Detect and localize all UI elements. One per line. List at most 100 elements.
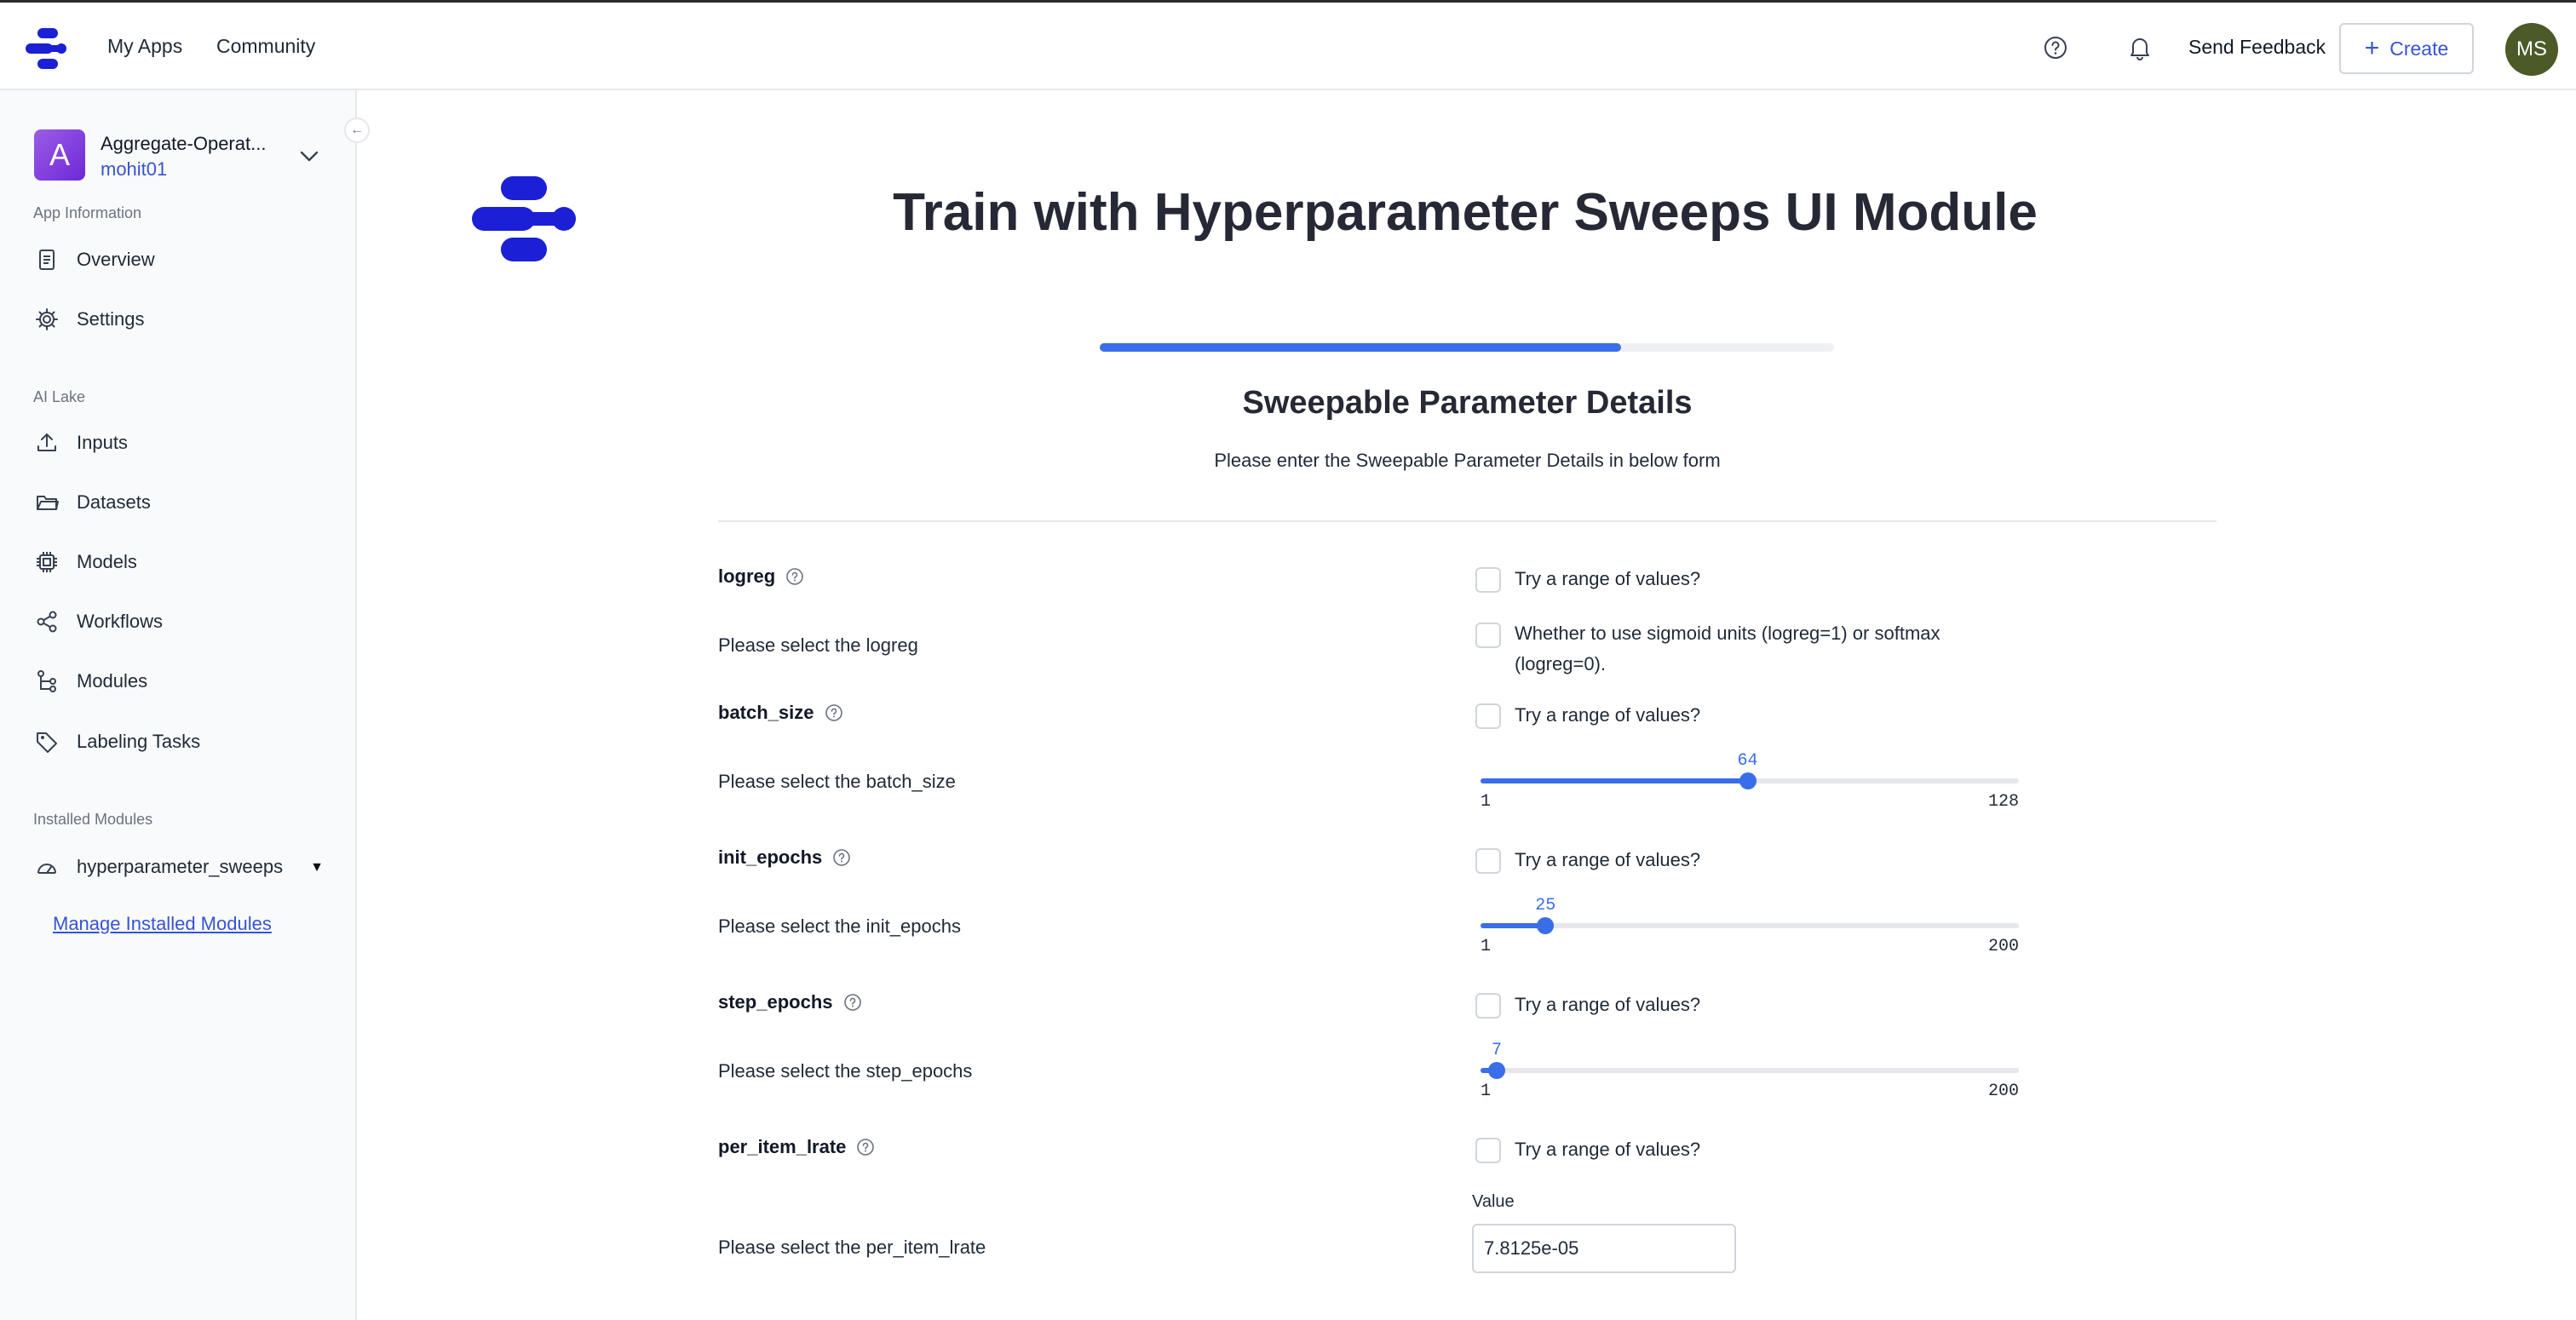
param-name-logreg: logreg xyxy=(718,565,804,588)
document-icon xyxy=(39,250,55,270)
slider-value: 7 xyxy=(1492,1041,1503,1060)
param-prompt-step-epochs: Please select the step_epochs xyxy=(718,1060,973,1082)
slider-thumb[interactable] xyxy=(1537,917,1555,934)
sidebar-item-label: Datasets xyxy=(77,491,151,513)
slider-max: 128 xyxy=(1987,792,2019,812)
clarifai-logo-icon xyxy=(472,176,576,261)
sidebar-item-labeling-tasks[interactable]: Labeling Tasks xyxy=(34,725,324,759)
range-checkbox-per-item-lrate[interactable] xyxy=(1475,1138,1501,1163)
nav-my-apps[interactable]: My Apps xyxy=(107,35,182,58)
param-name-per-item-lrate: per_item_lrate xyxy=(718,1136,875,1158)
init-epochs-slider[interactable]: 25 1 200 xyxy=(1481,896,2019,956)
sidebar-item-label: Settings xyxy=(77,308,145,330)
param-name-label: batch_size xyxy=(718,702,814,723)
gear-icon xyxy=(36,308,58,330)
slider-max: 200 xyxy=(1987,1082,2019,1101)
user-avatar[interactable]: MS xyxy=(2505,23,2558,76)
nav-community[interactable]: Community xyxy=(216,35,315,58)
plus-icon: + xyxy=(2364,34,2380,62)
param-name-label: logreg xyxy=(718,565,776,587)
slider-track xyxy=(1481,1068,2019,1073)
sidebar-item-label: Workflows xyxy=(77,611,164,632)
per-item-lrate-input[interactable] xyxy=(1472,1224,1736,1273)
help-circle-icon[interactable] xyxy=(856,1138,875,1156)
app-owner-link[interactable]: mohit01 xyxy=(101,158,167,181)
range-checkbox-batch-size[interactable] xyxy=(1475,703,1501,729)
range-checkbox-label: Try a range of values? xyxy=(1515,1139,1701,1160)
create-button[interactable]: + Create xyxy=(2339,23,2474,74)
cpu-icon xyxy=(37,552,57,572)
slider-thumb[interactable] xyxy=(1739,772,1757,789)
app-switcher[interactable]: A Aggregate-Operat... mohit01 xyxy=(34,129,341,184)
sidebar-item-workflows[interactable]: Workflows xyxy=(34,605,324,639)
bell-icon[interactable] xyxy=(2127,34,2153,61)
sidebar-item-label: Overview xyxy=(77,249,155,270)
param-name-step-epochs: step_epochs xyxy=(718,991,862,1013)
help-circle-icon[interactable] xyxy=(843,993,862,1012)
page-title: Train with Hyperparameter Sweeps UI Modu… xyxy=(893,183,2038,242)
share-icon xyxy=(37,611,57,633)
send-feedback-link[interactable]: Send Feedback xyxy=(2188,36,2326,59)
param-name-label: init_epochs xyxy=(718,847,823,868)
folder-icon xyxy=(37,496,59,510)
help-circle-icon[interactable] xyxy=(825,703,843,722)
param-prompt-batch-size: Please select the batch_size xyxy=(718,771,956,792)
sidebar-item-label: hyperparameter_sweeps xyxy=(77,856,284,877)
help-circle-icon[interactable] xyxy=(785,567,804,586)
range-checkbox-step-epochs[interactable] xyxy=(1475,993,1501,1019)
section-label-app-information: App Information xyxy=(33,204,142,221)
divider xyxy=(718,520,2217,522)
slider-fill xyxy=(1481,778,1748,783)
app-badge: A xyxy=(34,129,85,181)
param-prompt-per-item-lrate: Please select the per_item_lrate xyxy=(718,1237,986,1258)
range-checkbox-init-epochs[interactable] xyxy=(1475,848,1501,874)
gauge-icon xyxy=(37,864,56,874)
slider-min: 1 xyxy=(1481,1082,1492,1101)
arrow-left-icon: ← xyxy=(350,123,364,137)
param-name-init-epochs: init_epochs xyxy=(718,847,851,869)
param-name-batch-size: batch_size xyxy=(718,702,843,724)
help-circle-icon[interactable] xyxy=(832,848,851,867)
logreg-checkbox[interactable] xyxy=(1475,623,1501,648)
range-checkbox-label: Try a range of values? xyxy=(1515,849,1701,870)
slider-track xyxy=(1481,923,2019,928)
sidebar-item-label: Modules xyxy=(77,670,148,692)
slider-fill xyxy=(1481,923,1546,928)
top-navbar: My Apps Community Send Feedback + Create… xyxy=(0,0,2576,90)
section-label-installed-modules: Installed Modules xyxy=(33,811,153,828)
logreg-checkbox-label: Whether to use sigmoid units (logreg=1) … xyxy=(1515,623,1941,674)
sidebar-item-label: Models xyxy=(77,551,137,572)
slider-max: 200 xyxy=(1987,937,2019,956)
progress-bar xyxy=(1100,343,1834,352)
collapse-sidebar-button[interactable]: ← xyxy=(344,118,370,143)
range-checkbox-logreg[interactable] xyxy=(1475,567,1501,593)
param-prompt-init-epochs: Please select the init_epochs xyxy=(718,915,961,937)
tag-icon xyxy=(37,732,57,753)
step-subtitle: Please enter the Sweepable Parameter Det… xyxy=(1214,450,1721,471)
slider-min: 1 xyxy=(1481,792,1492,812)
batch-size-slider[interactable]: 64 1 128 xyxy=(1481,751,2019,812)
slider-min: 1 xyxy=(1481,937,1492,956)
sidebar-item-overview[interactable]: Overview xyxy=(34,243,324,277)
progress-bar-fill xyxy=(1100,343,1622,352)
slider-thumb[interactable] xyxy=(1488,1062,1506,1079)
sidebar-item-inputs[interactable]: Inputs xyxy=(34,426,324,460)
slider-value: 64 xyxy=(1737,751,1758,771)
manage-installed-modules-link[interactable]: Manage Installed Modules xyxy=(53,913,272,935)
slider-value: 25 xyxy=(1535,896,1556,915)
sidebar-item-hyperparameter-sweeps[interactable]: hyperparameter_sweeps ▼ xyxy=(34,850,332,884)
help-icon[interactable] xyxy=(2043,35,2068,60)
sidebar-item-datasets[interactable]: Datasets xyxy=(34,485,324,519)
caret-down-icon[interactable]: ▼ xyxy=(310,860,324,875)
sidebar-item-label: Labeling Tasks xyxy=(77,731,201,752)
clarifai-logo-icon[interactable] xyxy=(24,26,72,71)
sidebar-item-settings[interactable]: Settings xyxy=(34,302,324,336)
sidebar-item-models[interactable]: Models xyxy=(34,545,324,579)
value-field-label: Value xyxy=(1472,1192,1515,1211)
step-epochs-slider[interactable]: 7 1 200 xyxy=(1481,1041,2019,1101)
step-title: Sweepable Parameter Details xyxy=(1242,385,1693,421)
sidebar-item-modules[interactable]: Modules xyxy=(34,664,324,698)
range-checkbox-label: Try a range of values? xyxy=(1515,994,1701,1015)
chevron-down-icon[interactable] xyxy=(298,145,320,167)
param-name-label: per_item_lrate xyxy=(718,1136,847,1157)
